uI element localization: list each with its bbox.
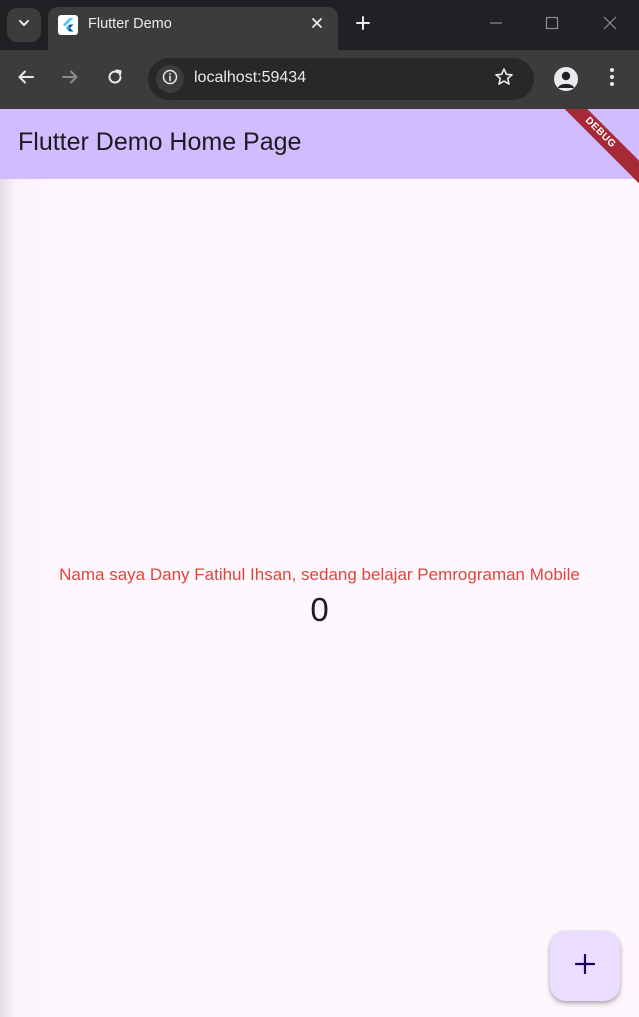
- close-window-button[interactable]: [595, 10, 625, 40]
- increment-button[interactable]: [550, 931, 620, 1001]
- bookmark-button[interactable]: [490, 65, 518, 93]
- browser-tab[interactable]: Flutter Demo: [48, 7, 338, 50]
- plus-icon: [355, 15, 371, 36]
- app-bar: Flutter Demo Home Page: [0, 109, 639, 179]
- plus-icon: [574, 953, 596, 980]
- chevron-down-icon: [17, 16, 31, 35]
- browser-tabstrip: Flutter Demo: [0, 0, 639, 50]
- flutter-logo-icon: [58, 15, 78, 35]
- site-info-button[interactable]: [156, 65, 184, 93]
- address-bar[interactable]: localhost:59434: [148, 58, 534, 100]
- browser-menu-button[interactable]: [600, 64, 624, 94]
- maximize-button[interactable]: [537, 10, 567, 40]
- url-text: localhost:59434: [194, 69, 307, 86]
- maximize-icon: [545, 16, 559, 35]
- new-tab-button[interactable]: [350, 12, 376, 38]
- reload-button[interactable]: [100, 64, 130, 94]
- info-icon: [162, 69, 178, 90]
- close-icon: [602, 15, 618, 36]
- tab-search-button[interactable]: [7, 8, 41, 42]
- arrow-right-icon: [61, 68, 79, 91]
- profile-button[interactable]: [554, 67, 578, 91]
- kebab-menu-icon: [609, 67, 615, 92]
- minimize-button[interactable]: [481, 10, 511, 40]
- app-viewport: Flutter Demo Home Page DEBUG Nama saya D…: [0, 109, 639, 1017]
- tab-close-button[interactable]: [306, 14, 328, 36]
- star-icon: [494, 67, 514, 92]
- back-button[interactable]: [11, 64, 41, 94]
- content-column: Nama saya Dany Fatihul Ihsan, sedang bel…: [0, 565, 639, 629]
- page-title: Flutter Demo Home Page: [18, 128, 302, 156]
- browser-toolbar: localhost:59434: [0, 50, 639, 109]
- close-icon: [311, 16, 323, 34]
- reload-icon: [106, 68, 124, 91]
- minimize-icon: [489, 16, 503, 35]
- arrow-left-icon: [17, 68, 35, 91]
- tab-title: Flutter Demo: [88, 16, 172, 32]
- counter-value: 0: [310, 591, 329, 628]
- person-icon: [554, 71, 578, 91]
- intro-message: Nama saya Dany Fatihul Ihsan, sedang bel…: [59, 565, 580, 584]
- forward-button[interactable]: [55, 64, 85, 94]
